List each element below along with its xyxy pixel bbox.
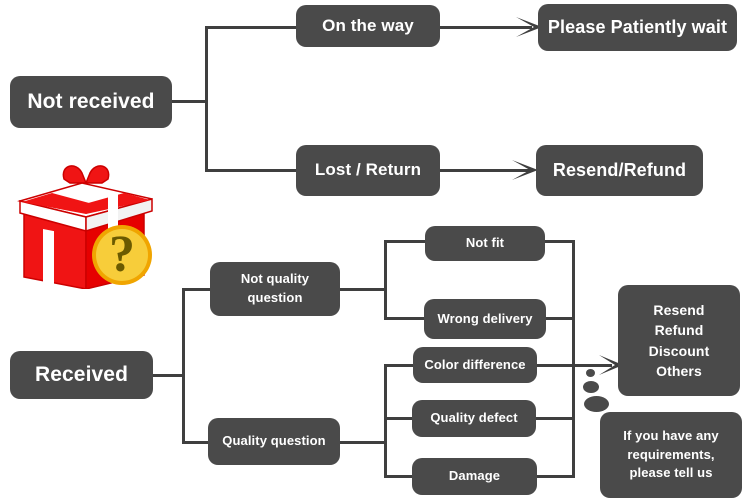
connector-to-not-fit — [384, 240, 428, 243]
connector-to-color-difference — [384, 364, 415, 367]
node-quality-question[interactable]: Quality question — [208, 418, 340, 465]
connector-not-quality-trunk — [384, 240, 387, 320]
node-not-received[interactable]: Not received — [10, 76, 172, 128]
node-label: Resend/Refund — [552, 160, 687, 181]
node-label-line-2: requirements, — [627, 446, 715, 462]
node-received[interactable]: Received — [10, 351, 153, 399]
node-lost-return[interactable]: Lost / Return — [296, 145, 440, 196]
node-resend-refund[interactable]: Resend/Refund — [536, 145, 703, 196]
node-label-line-2: question — [247, 290, 303, 305]
connector-not-quality-stub — [340, 288, 386, 291]
connector-to-quality-question — [182, 441, 210, 444]
connector-damage-out — [535, 475, 575, 478]
node-label: Lost / Return — [314, 160, 422, 180]
node-please-patiently-wait[interactable]: Please Patiently wait — [538, 4, 737, 51]
node-damage[interactable]: Damage — [412, 458, 537, 495]
node-color-difference[interactable]: Color difference — [413, 347, 537, 383]
connector-to-quality-defect — [384, 417, 414, 420]
node-label: Not fit — [465, 235, 505, 251]
node-label: Please Patiently wait — [547, 17, 728, 38]
node-label-line-1: Resend — [653, 301, 705, 318]
connector-received-stub — [153, 374, 185, 377]
node-label: Wrong delivery — [437, 310, 533, 326]
node-label: Color difference — [424, 356, 526, 372]
node-not-fit[interactable]: Not fit — [425, 226, 545, 261]
flowchart-canvas: ? Not received On the way Please Patient… — [0, 0, 750, 500]
node-label: Quality question — [222, 433, 326, 449]
node-label-line-3: please tell us — [629, 465, 713, 481]
arrowhead-to-please-wait — [500, 17, 542, 37]
connector-not-received-trunk — [205, 26, 208, 172]
connector-to-not-quality — [182, 288, 212, 291]
connector-to-on-the-way — [205, 26, 298, 29]
connector-quality-question-trunk — [384, 364, 387, 477]
node-label-line-3: Discount — [648, 342, 710, 359]
connector-quality-question-stub — [340, 441, 386, 444]
node-contact-us-note[interactable]: If you have any requirements, please tel… — [600, 412, 742, 498]
connector-not-fit-out — [543, 240, 575, 243]
connector-received-trunk — [182, 288, 185, 443]
node-label-line-1: Not quality — [240, 271, 310, 287]
speech-dot-small — [586, 369, 595, 377]
node-wrong-delivery[interactable]: Wrong delivery — [424, 299, 546, 339]
connector-not-received-stub — [172, 100, 208, 103]
node-label: On the way — [322, 15, 414, 35]
connector-color-difference-out — [535, 364, 575, 367]
node-label: Quality defect — [430, 410, 518, 426]
node-label: Damage — [448, 468, 501, 484]
node-label: Not received — [27, 89, 155, 113]
speech-dot-large — [584, 396, 609, 412]
connector-to-lost-return — [205, 169, 298, 172]
node-label-line-4: Others — [656, 362, 702, 379]
connector-quality-defect-out — [534, 417, 575, 420]
node-label-line-1: If you have any — [623, 427, 719, 443]
connector-to-wrong-delivery — [384, 317, 426, 320]
svg-text:?: ? — [109, 226, 135, 283]
node-on-the-way[interactable]: On the way — [296, 5, 440, 47]
connector-wrong-delivery-out — [544, 317, 575, 320]
arrowhead-to-resend-refund — [496, 160, 538, 180]
connector-to-damage — [384, 475, 414, 478]
node-label-line-2: Refund — [654, 322, 704, 339]
speech-dot-medium — [583, 381, 599, 393]
node-quality-defect[interactable]: Quality defect — [412, 400, 536, 437]
node-label: Received — [34, 362, 129, 386]
node-not-quality-question[interactable]: Not quality question — [210, 262, 340, 316]
node-resolution-options[interactable]: Resend Refund Discount Others — [618, 285, 740, 396]
connector-outcomes-trunk — [572, 240, 575, 478]
gift-box-question-icon: ? — [17, 165, 153, 289]
